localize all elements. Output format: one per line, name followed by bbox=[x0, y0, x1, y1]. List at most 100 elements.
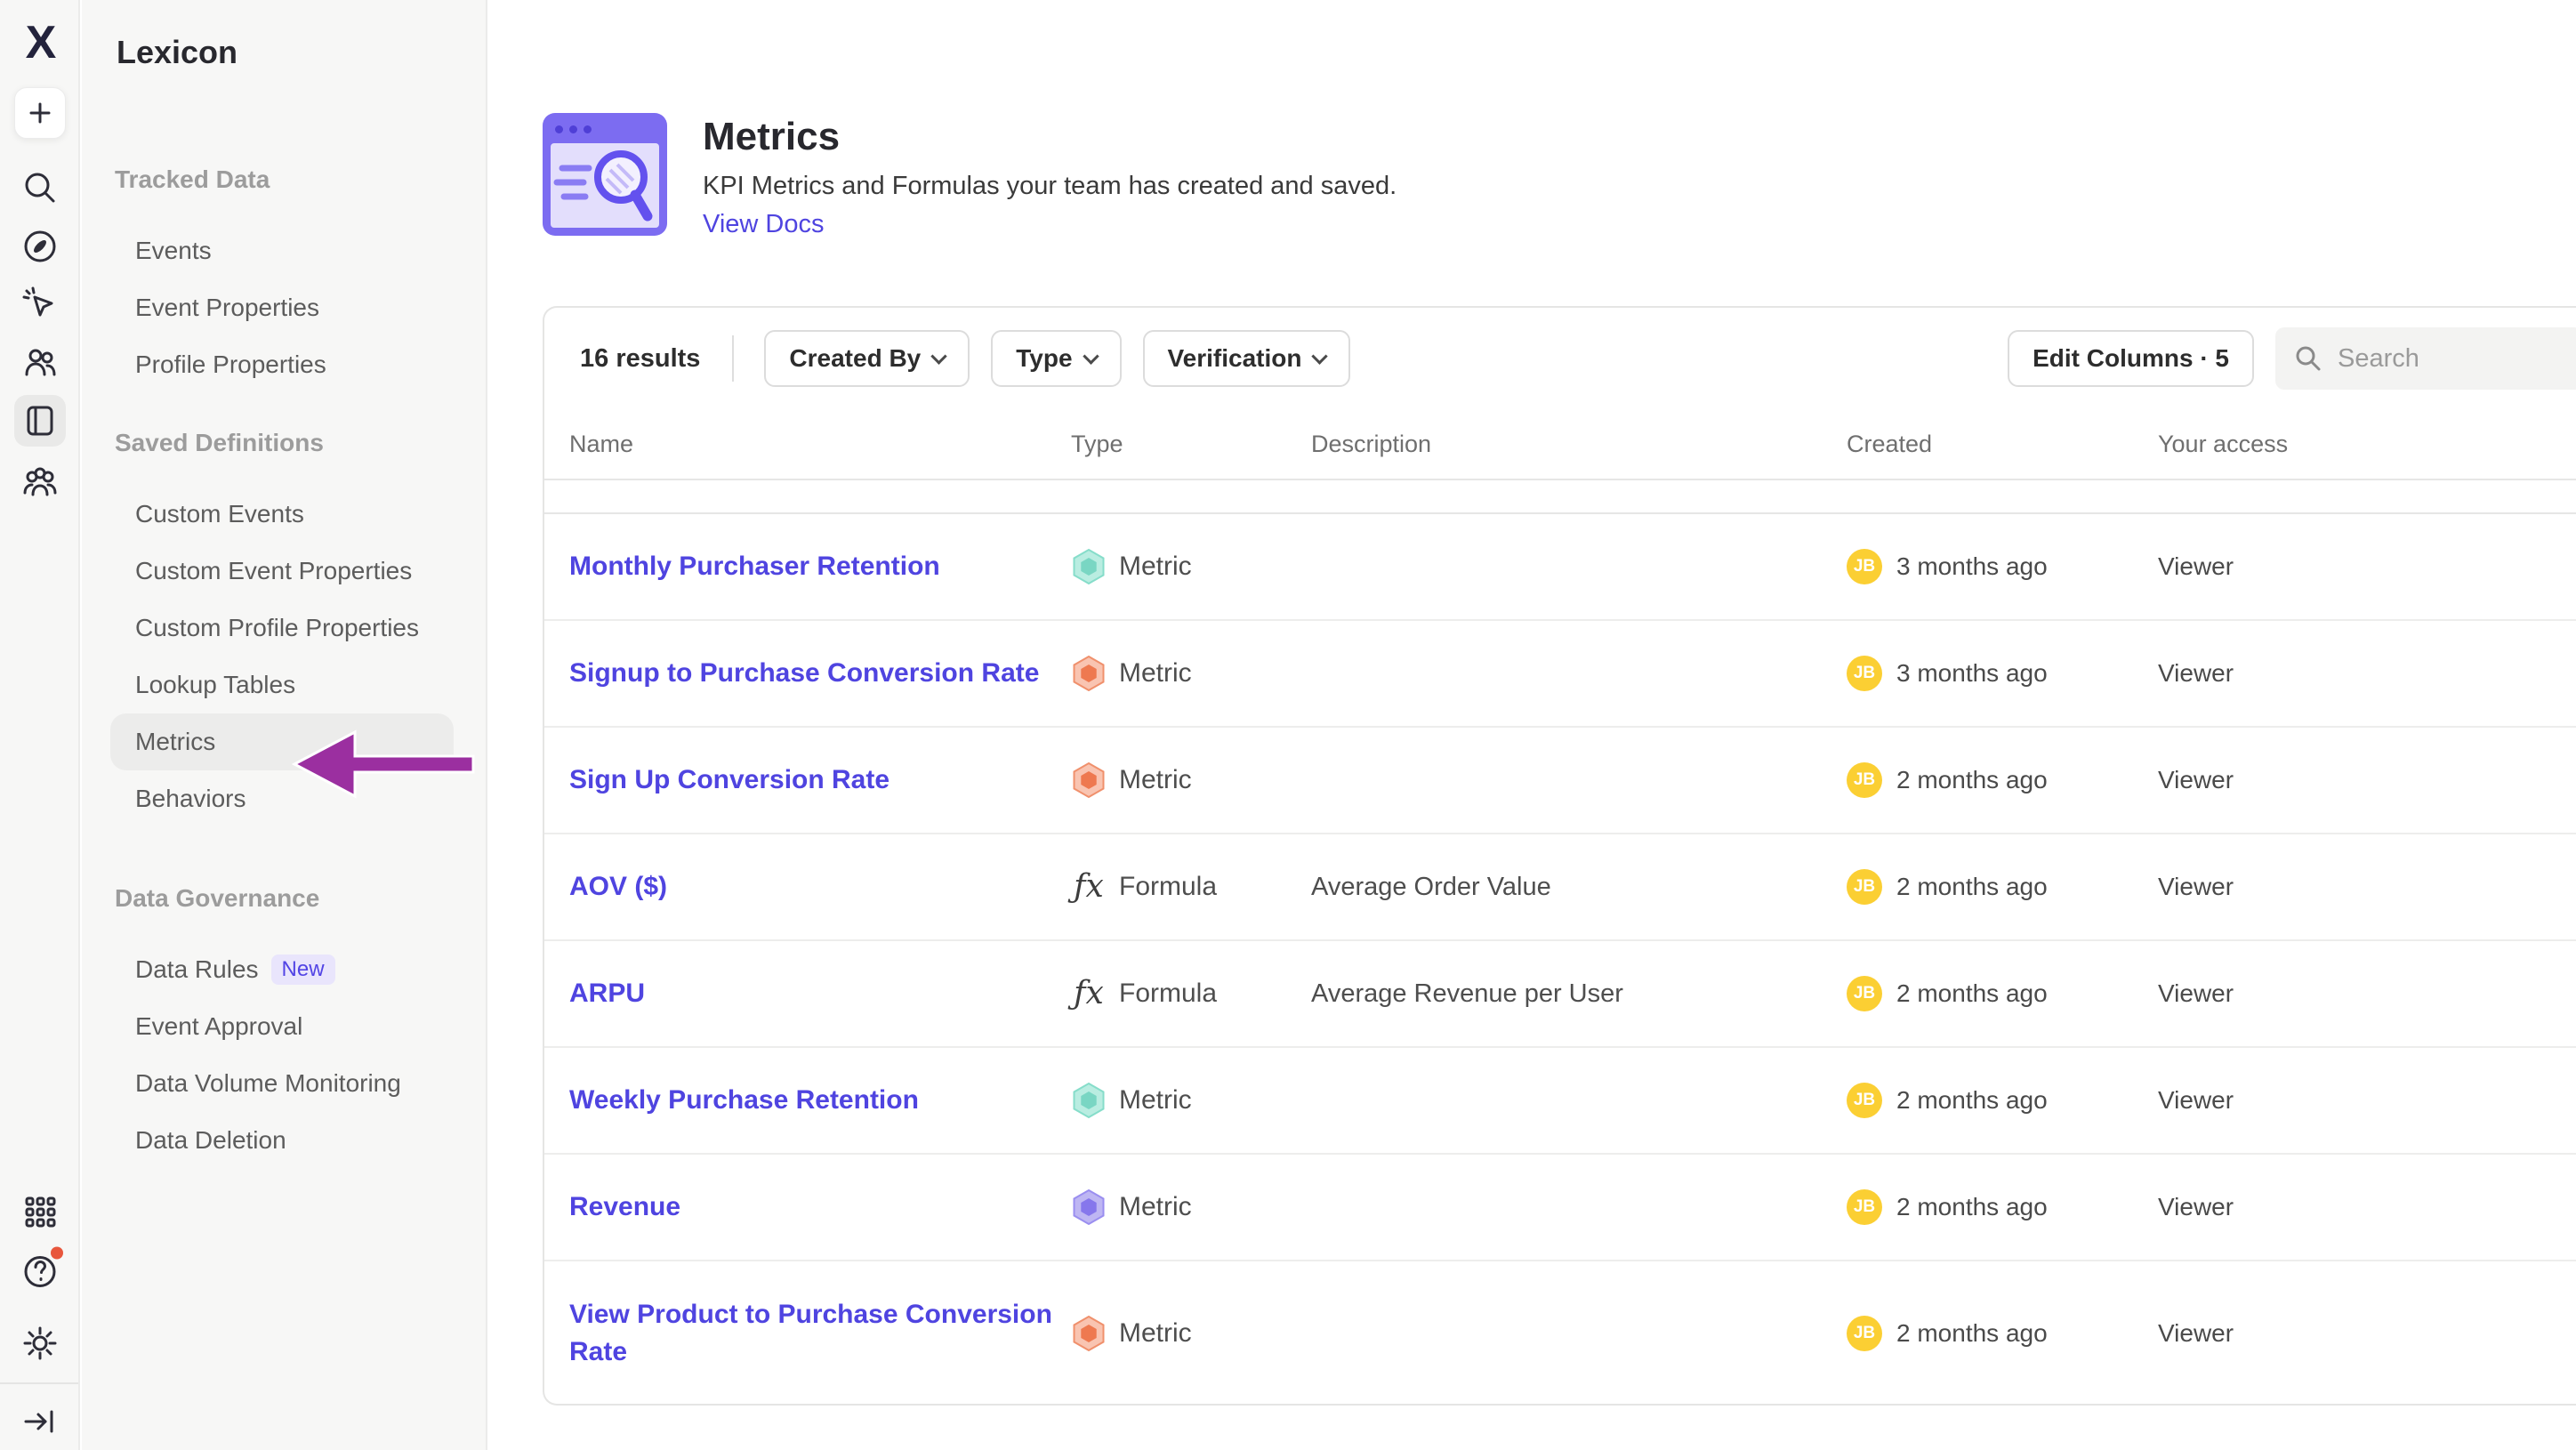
chevron-down-icon bbox=[1312, 348, 1328, 364]
formula-fx-icon: ƒx bbox=[1074, 871, 1104, 903]
sidebar-item[interactable]: Custom Events bbox=[110, 486, 454, 543]
scrolled-row-sliver bbox=[544, 480, 2576, 514]
sidebar-item[interactable]: Lookup Tables bbox=[110, 657, 454, 713]
edit-columns-button[interactable]: Edit Columns · 5 bbox=[2008, 330, 2254, 387]
section-data-governance: Data Governance Data Rules New Event App… bbox=[82, 870, 486, 1169]
table-toolbar: 16 results Created By Type Verifica bbox=[544, 308, 2576, 409]
main-content: Metrics KPI Metrics and Formulas your te… bbox=[487, 0, 2576, 1450]
type-label: Formula bbox=[1119, 979, 1217, 1009]
metric-name-link[interactable]: Revenue bbox=[569, 1192, 698, 1221]
sidebar-item-label: Event Properties bbox=[135, 279, 319, 336]
column-header-your-access: Your access bbox=[2137, 431, 2576, 458]
metric-type-icon: ƒx bbox=[1071, 1314, 1107, 1353]
apps-grid-icon[interactable] bbox=[20, 1192, 60, 1231]
metric-name-link[interactable]: View Product to Purchase Conversion Rate bbox=[569, 1300, 1052, 1366]
table-row[interactable]: Revenue ƒx Metric bbox=[544, 1155, 2576, 1261]
creator-avatar: JB bbox=[1847, 1316, 1882, 1351]
page-title: Metrics bbox=[703, 115, 1397, 159]
sidebar-item[interactable]: Custom Event Properties bbox=[110, 543, 454, 600]
help-icon[interactable] bbox=[20, 1253, 60, 1296]
creator-avatar: JB bbox=[1847, 762, 1882, 798]
metric-type-icon: ƒx bbox=[1071, 867, 1107, 906]
metric-name-link[interactable]: Sign Up Conversion Rate bbox=[569, 765, 907, 794]
search-icon[interactable] bbox=[20, 168, 60, 207]
filter-label: Verification bbox=[1168, 344, 1302, 373]
sidebar-item-label: Custom Event Properties bbox=[135, 543, 412, 600]
rail-divider bbox=[0, 1382, 78, 1384]
sidebar-item[interactable]: Data Deletion bbox=[110, 1112, 454, 1169]
column-header-description: Description bbox=[1300, 431, 1825, 458]
sidebar-item[interactable]: Events bbox=[110, 222, 454, 279]
type-label: Metric bbox=[1119, 1318, 1192, 1349]
notification-dot bbox=[51, 1247, 63, 1260]
sidebar-item-label: Data Rules bbox=[135, 941, 259, 998]
access-level: Viewer bbox=[2158, 552, 2234, 580]
table-row[interactable]: ARPU ƒx Formula Average Reve bbox=[544, 941, 2576, 1048]
access-level: Viewer bbox=[2158, 766, 2234, 793]
chevron-down-icon bbox=[931, 348, 947, 364]
mixpanel-logo-icon[interactable]: X bbox=[26, 16, 55, 69]
table-row[interactable]: AOV ($) ƒx Formula Average O bbox=[544, 834, 2576, 941]
metric-name-link[interactable]: Signup to Purchase Conversion Rate bbox=[569, 658, 1057, 688]
created-time: 2 months ago bbox=[1896, 873, 2048, 901]
created-time: 2 months ago bbox=[1896, 1086, 2048, 1115]
filter-dropdown-button[interactable]: Type bbox=[991, 330, 1121, 387]
sidebar-item-label: Data Volume Monitoring bbox=[135, 1055, 401, 1112]
table-row[interactable]: View Product to Purchase Conversion Rate… bbox=[544, 1261, 2576, 1406]
page-header: Metrics KPI Metrics and Formulas your te… bbox=[543, 113, 1397, 239]
table-row[interactable]: Weekly Purchase Retention ƒx Metric bbox=[544, 1048, 2576, 1155]
access-level: Viewer bbox=[2158, 1086, 2234, 1114]
creator-avatar: JB bbox=[1847, 656, 1882, 691]
sidebar-item-label: Data Deletion bbox=[135, 1112, 286, 1169]
creator-avatar: JB bbox=[1847, 976, 1882, 1011]
boards-compass-icon[interactable] bbox=[20, 227, 60, 266]
search-input[interactable] bbox=[2338, 344, 2565, 374]
sidebar-item-label: Custom Events bbox=[135, 486, 304, 543]
type-label: Metric bbox=[1119, 1085, 1192, 1116]
metric-type-icon: ƒx bbox=[1071, 974, 1107, 1013]
create-new-button[interactable] bbox=[14, 87, 66, 139]
lexicon-book-icon[interactable] bbox=[14, 395, 66, 447]
access-level: Viewer bbox=[2158, 1193, 2234, 1220]
filter-dropdown-button[interactable]: Verification bbox=[1143, 330, 1351, 387]
sidebar-item[interactable]: Data Rules New bbox=[110, 941, 454, 998]
metric-name-link[interactable]: Weekly Purchase Retention bbox=[569, 1085, 937, 1115]
sidebar-title: Lexicon bbox=[82, 0, 486, 71]
table-row[interactable]: Monthly Purchaser Retention ƒx Metric bbox=[544, 514, 2576, 621]
table-header: Name Type Description Created Your acces… bbox=[544, 409, 2576, 480]
description-text: Average Revenue per User bbox=[1311, 979, 1623, 1008]
expand-sidebar-icon[interactable] bbox=[20, 1402, 60, 1441]
table-row[interactable]: Signup to Purchase Conversion Rate ƒx Me… bbox=[544, 621, 2576, 728]
sidebar-item[interactable]: Custom Profile Properties bbox=[110, 600, 454, 657]
sidebar-item[interactable]: Data Volume Monitoring bbox=[110, 1055, 454, 1112]
sidebar-item[interactable]: Profile Properties bbox=[110, 336, 454, 393]
sidebar-item-label: Profile Properties bbox=[135, 336, 326, 393]
sidebar-item-label: Metrics bbox=[135, 713, 215, 770]
search-box[interactable] bbox=[2275, 327, 2576, 390]
sidebar-item-label: Event Approval bbox=[135, 998, 302, 1055]
user-group-icon[interactable] bbox=[20, 462, 60, 501]
sidebar-item[interactable]: Event Properties bbox=[110, 279, 454, 336]
metric-name-link[interactable]: Monthly Purchaser Retention bbox=[569, 552, 958, 581]
results-count: 16 results bbox=[580, 344, 700, 374]
metric-type-icon: ƒx bbox=[1071, 547, 1107, 586]
access-level: Viewer bbox=[2158, 979, 2234, 1007]
sidebar-item[interactable]: Event Approval bbox=[110, 998, 454, 1055]
search-icon bbox=[2293, 343, 2323, 374]
sidebar-item-label: Lookup Tables bbox=[135, 657, 295, 713]
users-icon[interactable] bbox=[20, 342, 60, 382]
metric-name-link[interactable]: AOV ($) bbox=[569, 872, 685, 901]
metric-type-icon: ƒx bbox=[1071, 1188, 1107, 1227]
metric-name-link[interactable]: ARPU bbox=[569, 979, 663, 1008]
view-docs-link[interactable]: View Docs bbox=[703, 210, 824, 239]
filter-dropdown-button[interactable]: Created By bbox=[764, 330, 970, 387]
filter-label: Created By bbox=[789, 344, 921, 373]
column-header-created: Created bbox=[1825, 431, 2137, 458]
annotation-arrow bbox=[285, 721, 480, 810]
events-cursor-icon[interactable] bbox=[20, 285, 60, 324]
section-label: Data Governance bbox=[82, 870, 486, 927]
metric-type-icon: ƒx bbox=[1071, 761, 1107, 800]
table-row[interactable]: Sign Up Conversion Rate ƒx Metric bbox=[544, 728, 2576, 834]
metric-type-icon: ƒx bbox=[1071, 1081, 1107, 1120]
settings-gear-icon[interactable] bbox=[20, 1324, 60, 1363]
